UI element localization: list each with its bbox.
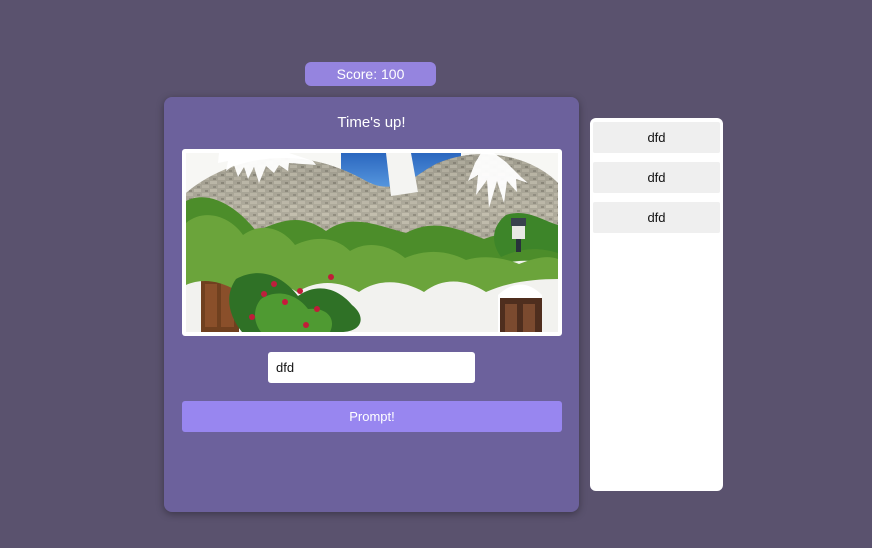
history-item[interactable]: dfd (593, 162, 720, 193)
answer-input[interactable] (268, 352, 475, 383)
score-display: Score: 100 (305, 62, 436, 86)
timer-status-text: Time's up! (337, 114, 406, 131)
trulli-photo (186, 153, 558, 332)
puzzle-image (182, 149, 562, 336)
prompt-button[interactable]: Prompt! (182, 401, 562, 432)
history-item[interactable]: dfd (593, 202, 720, 233)
game-page: Score: 100 Time's up! dfd Prompt! dfd df… (0, 0, 872, 548)
history-item[interactable]: dfd (593, 122, 720, 153)
game-card: Time's up! dfd Prompt! (164, 97, 579, 512)
history-panel: dfd dfd dfd (590, 118, 723, 491)
